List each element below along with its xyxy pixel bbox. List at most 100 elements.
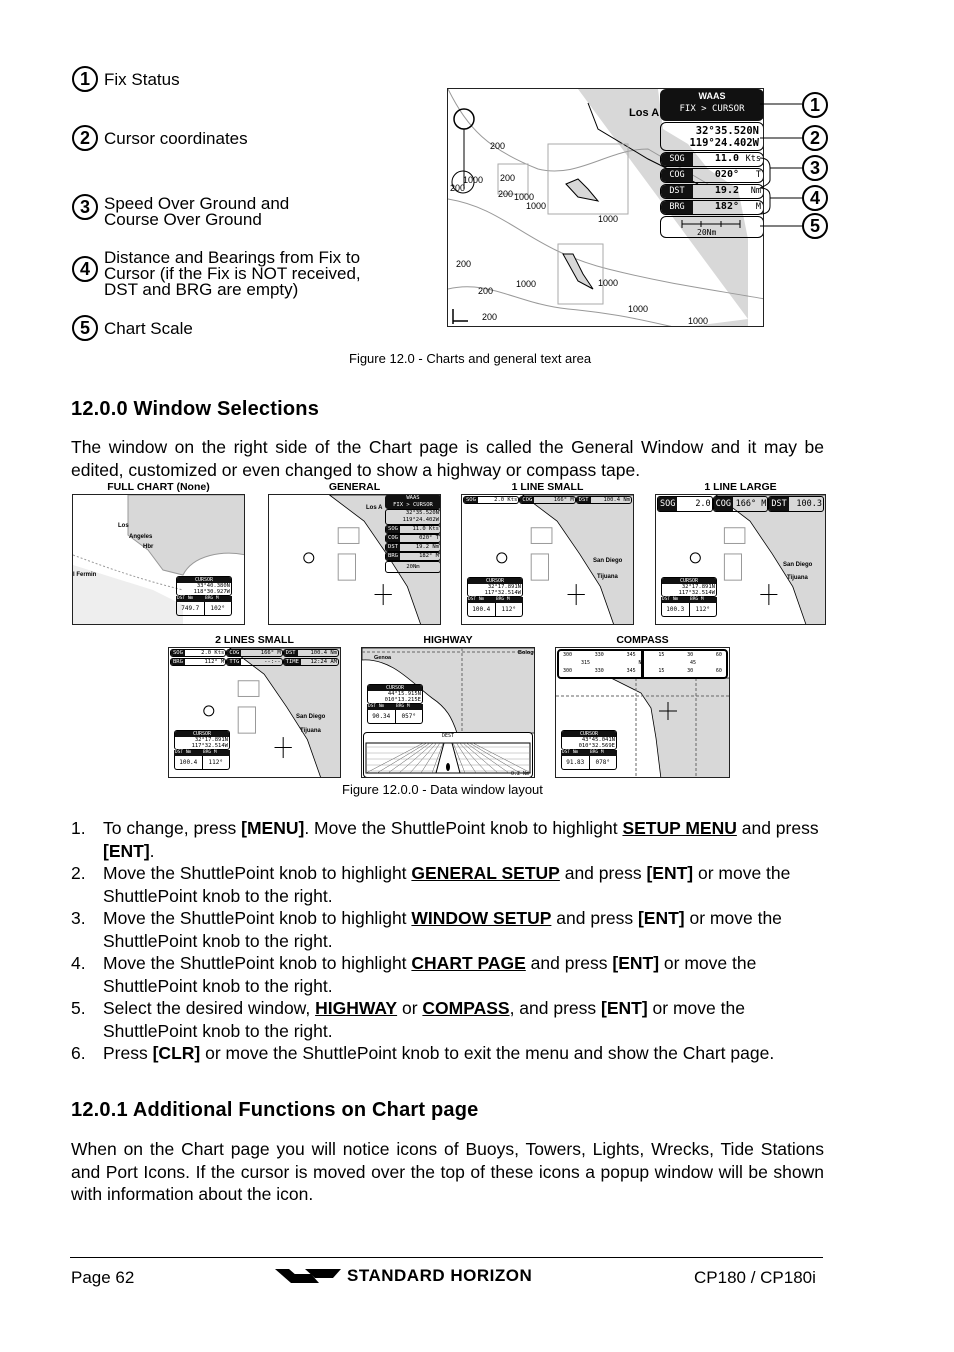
depth-label: 1000 [598, 214, 619, 224]
data-bar: SOG 2.0 Kts COG 166° M DST 100.4 Nm [463, 496, 632, 504]
data-bar-value: 166° M [553, 497, 574, 503]
brand-logo: STANDARD HORIZON [275, 1266, 532, 1286]
key-ref: [ENT] [601, 998, 648, 1018]
data-row: SOG 11.0 Kts [385, 525, 440, 534]
data-bar-cell: DST 100.4 Nm [575, 496, 632, 504]
compass-tick-label: 15 [658, 652, 665, 658]
scale-bar-icon [681, 220, 741, 228]
depth-label: 200 [478, 286, 494, 296]
menu-item-ref: HIGHWAY [315, 998, 398, 1018]
callout-number: 3 [72, 194, 98, 220]
depth-label: 1000 [526, 201, 547, 211]
chart-scale-value: 20Nm [697, 228, 717, 237]
compass-tick-label: 60 [715, 652, 722, 658]
section-paragraph-2: When on the Chart page you will notice i… [71, 1139, 824, 1204]
step-item: 1. To change, press [MENU]. Move the Shut… [71, 817, 824, 862]
dst-brg-values: 100.4 112° [174, 756, 230, 770]
compass-heading-label: 315 [581, 660, 591, 666]
callout-marker: 1 [802, 92, 828, 118]
step-text: Move the ShuttlePoint knob to highlight … [103, 907, 824, 952]
cursor-info-box: CURSOR 32°17.891N 117°32.514W DST Nm BRG M 10… [467, 577, 523, 617]
cursor-lon: 010°32.569E [578, 743, 615, 749]
step-text: Move the ShuttlePoint knob to highlight … [103, 862, 824, 907]
callout-text: Distance and Bearings from Fix to Cursor … [104, 249, 361, 299]
data-bar-cell: COG 166° M [712, 496, 769, 512]
depth-label: 200 [490, 141, 506, 151]
step-text-run: and press [525, 953, 613, 973]
callout-marker: 3 [802, 155, 828, 181]
model-name: CP180 / CP180i [694, 1268, 816, 1287]
data-row-value: 020° [714, 169, 739, 180]
page-number: Page 62 [71, 1268, 135, 1287]
data-bar-label: DST [576, 497, 591, 503]
compass-tape: 300 330 345 15 30 60 315 N 45 300 330 345 15 30 60 [557, 649, 728, 679]
place-label: Bologn [518, 650, 534, 656]
depth-label: 1000 [628, 304, 649, 314]
compass-heading-label: 45 [689, 660, 696, 666]
callout-text: Speed Over Ground and Course Over Ground [104, 195, 289, 229]
compass-tick-label: 330 [594, 652, 604, 658]
data-bar-label: BRG [171, 659, 185, 665]
step-number: 4. [71, 953, 86, 973]
panel-two-lines-small: SOG 2.0 Kts COG 166° M DST 100.4 Nm BRG 112° MT… [168, 647, 341, 778]
place-label: Tijuana [597, 574, 618, 580]
section-paragraph: The window on the right side of the Char… [71, 437, 824, 480]
step-text-run: and press [736, 818, 819, 838]
data-bar-cell: SOG 2.0 Kts [657, 496, 713, 512]
fix-status-box: WAAS FIX > CURSOR [660, 89, 763, 121]
key-ref: [ENT] [103, 840, 150, 861]
data-bar-cell: TTG --:-- [226, 658, 283, 666]
compass-needle-icon [641, 651, 644, 677]
data-rows: SOG 11.0 Kts COG 020° T DST 19.2 Nm BRG 182° M [660, 152, 763, 215]
data-bar-cell: DST 100.3 Nm [768, 496, 825, 512]
cursor-coords: CURSOR 32°17.891N 117°32.514W [467, 577, 523, 597]
callout-line: Course Over Ground [104, 210, 262, 229]
callout-line: DST and BRG are empty) [104, 280, 299, 299]
dst-brg-values: 90.34 057° [367, 710, 423, 724]
data-row-value: 19.2 [714, 185, 739, 196]
step-item: 4. Move the ShuttlePoint knob to highligh… [71, 952, 824, 997]
place-label: Genoa [374, 655, 392, 661]
cursor-lon: 117°32.514W [191, 743, 228, 749]
dst-value: 749.7 [177, 602, 205, 615]
panel-general: Los A WAAS FIX > CURSOR 32°35.520N 119°24.40… [268, 494, 441, 625]
data-row: COG 020° T [385, 534, 440, 543]
callout-marker: 2 [802, 125, 828, 151]
step-text: Move the ShuttlePoint knob to highlight … [103, 952, 824, 997]
step-text: Select the desired window, HIGHWAY or CO… [103, 997, 824, 1042]
step-number: 3. [71, 908, 86, 928]
depth-label: 1000 [598, 278, 619, 288]
data-row-value: 182° [714, 201, 739, 212]
place-label: San Diego [783, 562, 813, 568]
compass-tick-label: 60 [715, 668, 722, 674]
fix-source: WAAS [698, 91, 726, 101]
callout-item: 1 Fix Status [72, 66, 180, 92]
key-ref: [MENU] [241, 818, 305, 838]
cursor-lat: 32°35.520N [405, 510, 439, 516]
callout-item: 4 Distance and Bearings from Fix to Cursor… [72, 249, 361, 299]
section-heading-additional-functions: 12.0.1 Additional Functions on Chart pag… [71, 1099, 479, 1121]
menu-item-ref: CHART PAGE [411, 953, 526, 973]
dst-value: 100.4 [468, 603, 496, 616]
data-bar-cell: TIME 12:24 AM [282, 658, 339, 666]
general-window: WAAS FIX > CURSOR 32°35.520N 119°24.402W SOG… [385, 495, 440, 573]
place-label: San Diego [593, 558, 623, 564]
step-number: 2. [71, 863, 86, 883]
step-item: 5. Select the desired window, HIGHWAY or … [71, 997, 824, 1042]
fix-source: WAAS [406, 495, 420, 501]
step-text-run: Select the desired window, [103, 998, 316, 1018]
data-bar-label: SOG [658, 497, 678, 511]
cursor-coords: CURSOR 44°15.915N 010°13.215E [367, 684, 423, 704]
step-text-run: and press [551, 908, 638, 928]
compass-tick-label: 330 [594, 668, 604, 674]
data-bar-value: 100.4 Nm [310, 650, 337, 656]
data-bar-value: 100.4 Nm [603, 497, 630, 503]
brg-value: 102° [210, 605, 225, 612]
fix-mode: FIX > CURSOR [393, 502, 433, 508]
compass-tick-label: 300 [563, 652, 573, 658]
dst-brg-values: 749.7 102° [176, 602, 232, 616]
instruction-steps: 1. To change, press [MENU]. Move the Shut… [71, 817, 824, 1065]
footer-divider [70, 1257, 823, 1258]
callout-text: Chart Scale [104, 320, 193, 337]
data-row-value: 19.2 Nm [415, 544, 439, 550]
